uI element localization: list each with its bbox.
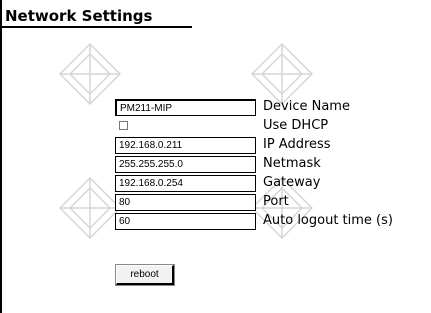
port-label: Port xyxy=(263,194,289,209)
device-name-label: Device Name xyxy=(263,99,350,114)
watermark-diamond-icon xyxy=(58,176,122,240)
watermark-diamond-icon xyxy=(58,42,122,106)
auto-logout-input[interactable]: 60 xyxy=(115,213,256,230)
use-dhcp-checkbox[interactable] xyxy=(119,121,128,130)
ip-address-label: IP Address xyxy=(263,137,331,152)
auto-logout-label: Auto logout time (s) xyxy=(263,213,393,228)
page-title: Network Settings xyxy=(5,7,153,25)
netmask-label: Netmask xyxy=(263,156,321,171)
gateway-input[interactable]: 192.168.0.254 xyxy=(115,175,256,192)
page-left-border xyxy=(0,0,2,313)
watermark-diamond-icon xyxy=(250,42,314,106)
device-name-input[interactable]: PM211-MIP xyxy=(115,99,256,116)
port-input[interactable]: 80 xyxy=(115,194,256,211)
gateway-label: Gateway xyxy=(263,175,321,190)
reboot-button[interactable]: reboot xyxy=(115,264,175,286)
use-dhcp-label: Use DHCP xyxy=(263,118,329,133)
netmask-input[interactable]: 255.255.255.0 xyxy=(115,156,256,173)
ip-address-input[interactable]: 192.168.0.211 xyxy=(115,137,256,154)
page-header: Network Settings xyxy=(2,4,192,28)
